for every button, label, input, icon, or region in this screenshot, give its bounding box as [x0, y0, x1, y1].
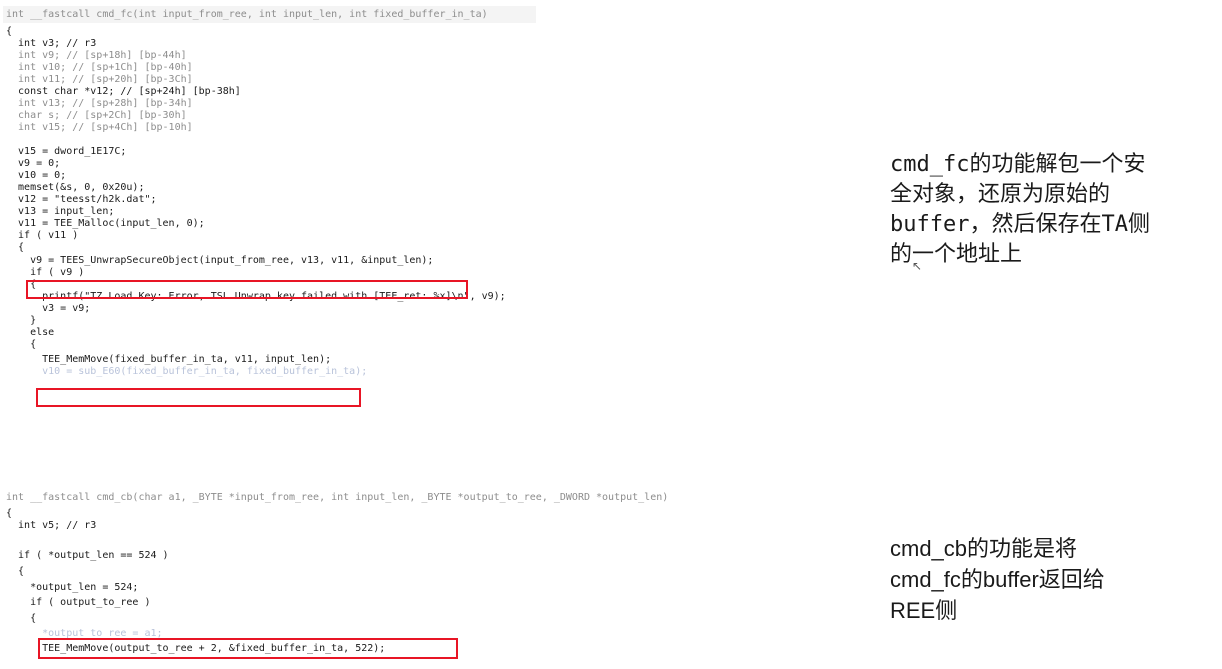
code-line: int v10; // [sp+1Ch] [bp-40h]	[6, 62, 193, 73]
code-line: int v9; // [sp+18h] [bp-44h]	[6, 50, 187, 61]
code-line: v15 = dword_1E17C;	[6, 146, 127, 157]
code-line: *output_len = 524;	[6, 582, 139, 593]
code-line: if ( *output_len == 524 )	[6, 550, 169, 561]
code-line: memset(&s, 0, 0x20u);	[6, 182, 145, 193]
code-line: }	[6, 315, 37, 326]
annotation-cmd-cb: cmd_cb的功能是将 cmd_fc的buffer返回给 REE侧	[890, 533, 1210, 626]
code-line: if ( v11 )	[6, 230, 79, 241]
annotation-line: REE侧	[890, 598, 958, 623]
code-line: {	[6, 508, 13, 519]
code-line: if ( output_to_ree )	[6, 597, 151, 608]
code-line: int v3; // r3	[6, 38, 97, 49]
annotation-line: cmd_fc的功能解包一个安	[890, 152, 1146, 177]
code-line: v9 = TEES_UnwrapSecureObject(input_from_…	[6, 255, 434, 266]
annotation-line: buffer，然后保存在TA侧	[890, 212, 1150, 237]
code-line: int v5; // r3	[6, 520, 97, 531]
code-block-cmd-cb: int __fastcall cmd_cb(char a1, _BYTE *in…	[6, 492, 846, 662]
code-line: v3 = v9;	[6, 303, 91, 314]
code-line: v9 = 0;	[6, 158, 61, 169]
code-line: printf("TZ Load Key: Error, TSL Unwrap k…	[6, 291, 506, 302]
code-line: *output_to_ree = a1;	[6, 628, 163, 639]
annotation-line: cmd_fc的buffer返回给	[890, 567, 1105, 592]
code-line: {	[6, 613, 37, 624]
code-line: int v13; // [sp+28h] [bp-34h]	[6, 98, 193, 109]
code-line: TEE_MemMove(fixed_buffer_in_ta, v11, inp…	[6, 354, 332, 365]
code-line: else	[6, 327, 55, 338]
code-line: TEE_MemMove(output_to_ree + 2, &fixed_bu…	[6, 643, 386, 654]
code-block-cmd-fc: int __fastcall cmd_fc(int input_from_ree…	[6, 9, 566, 429]
code-line: int __fastcall cmd_cb(char a1, _BYTE *in…	[6, 492, 669, 503]
code-line: const char *v12; // [sp+24h] [bp-38h]	[6, 86, 241, 97]
code-line: v12 = "teesst/h2k.dat";	[6, 194, 157, 205]
code-line: {	[6, 279, 37, 290]
code-line: {	[6, 242, 25, 253]
annotation-cmd-fc: cmd_fc的功能解包一个安 全对象，还原为原始的 buffer，然后保存在TA…	[890, 150, 1210, 270]
annotation-line: 全对象，还原为原始的	[890, 182, 1111, 207]
code-line: v11 = TEE_Malloc(input_len, 0);	[6, 218, 205, 229]
code-line: {	[6, 339, 37, 350]
annotation-line: 的一个地址上	[890, 242, 1023, 267]
code-line: {	[6, 26, 13, 37]
code-line: int __fastcall cmd_fc(int input_from_ree…	[6, 9, 488, 20]
code-line: int v11; // [sp+20h] [bp-3Ch]	[6, 74, 193, 85]
mouse-cursor-icon: ↖	[912, 259, 923, 273]
code-line: char s; // [sp+2Ch] [bp-30h]	[6, 110, 187, 121]
code-line: {	[6, 566, 25, 577]
code-line: v13 = input_len;	[6, 206, 115, 217]
code-line: int v15; // [sp+4Ch] [bp-10h]	[6, 122, 193, 133]
code-line: v10 = sub_E60(fixed_buffer_in_ta, fixed_…	[6, 366, 368, 377]
code-line: if ( v9 )	[6, 267, 85, 278]
code-line: v10 = 0;	[6, 170, 67, 181]
annotation-line: cmd_cb的功能是将	[890, 536, 1078, 561]
